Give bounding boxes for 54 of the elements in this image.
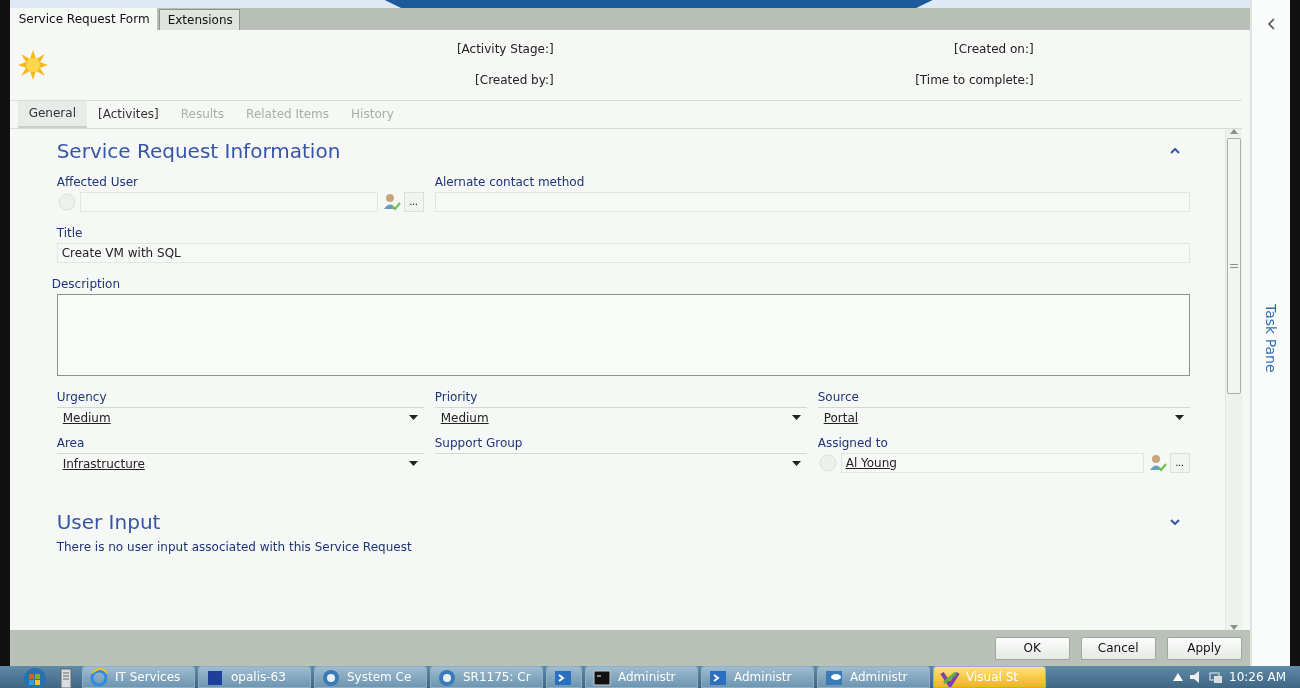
section-title: User Input [56, 509, 161, 534]
task-pane-label[interactable]: Task Pane [1263, 304, 1279, 373]
window-tab[interactable]: Service Request Form [9, 7, 157, 30]
dropdown[interactable]: Medium [56, 406, 424, 428]
window-tab[interactable]: Extensions [158, 9, 240, 30]
field-label: Title [56, 225, 84, 240]
form-tab[interactable]: General [17, 100, 87, 128]
caret-icon [408, 461, 418, 467]
browse-button[interactable]: ... [403, 191, 424, 212]
info-text: There is no user input associated with this Service Request [56, 539, 413, 554]
dialog-button[interactable]: OK [994, 636, 1070, 660]
header-field: [Activity Stage:] [28, 42, 554, 57]
section-title: Service Request Information [56, 138, 341, 163]
caret-icon [1174, 415, 1184, 421]
field-label: Alernate contact method [434, 174, 586, 189]
field-label: Description [51, 276, 121, 291]
collapse-pane-icon[interactable] [1267, 18, 1275, 30]
field-label: Assigned to [817, 435, 889, 450]
user-field[interactable]: Al Young [840, 452, 1144, 473]
dropdown[interactable]: Portal [817, 406, 1190, 428]
scrollbar[interactable] [1224, 128, 1242, 631]
dropdown[interactable]: Infrastructure [56, 452, 424, 474]
user-status-icon [56, 191, 77, 212]
field-label: Urgency [56, 389, 108, 404]
browser-icon [89, 667, 109, 687]
header-field: [Created by:] [28, 73, 554, 88]
user-status-icon [817, 452, 838, 473]
text-field[interactable]: Create VM with SQL [56, 242, 1190, 263]
field-label: Source [817, 389, 860, 404]
caret-icon [408, 415, 418, 421]
sun-icon [16, 48, 49, 81]
header-field: [Time to complete:] [553, 73, 1034, 88]
clock[interactable]: 10:26 AM [1229, 670, 1286, 684]
tray-arrow-icon [1173, 673, 1184, 681]
dialog-button[interactable]: Apply [1166, 636, 1242, 660]
taskbar-button[interactable] [546, 666, 582, 688]
header-field: [Created on:] [553, 42, 1034, 57]
collapse-chevron-icon[interactable] [1169, 147, 1180, 154]
dialog-button[interactable]: Cancel [1080, 636, 1156, 660]
caret-icon [791, 415, 801, 421]
scroll-up-icon [1229, 128, 1238, 134]
field-label: Support Group [434, 435, 524, 450]
dropdown[interactable]: Medium [434, 406, 807, 428]
field-label: Priority [434, 389, 479, 404]
form-tab[interactable]: [Activites] [86, 100, 170, 128]
field-label: Affected User [56, 174, 139, 189]
grip-icon [1229, 263, 1238, 268]
field-label: Area [56, 435, 86, 450]
browse-button[interactable]: ... [1169, 452, 1190, 473]
terminal-icon [592, 667, 612, 687]
network-icon [1209, 670, 1224, 684]
text-area[interactable] [56, 293, 1190, 376]
expand-chevron-icon[interactable] [1169, 518, 1180, 525]
caret-icon [791, 461, 801, 467]
